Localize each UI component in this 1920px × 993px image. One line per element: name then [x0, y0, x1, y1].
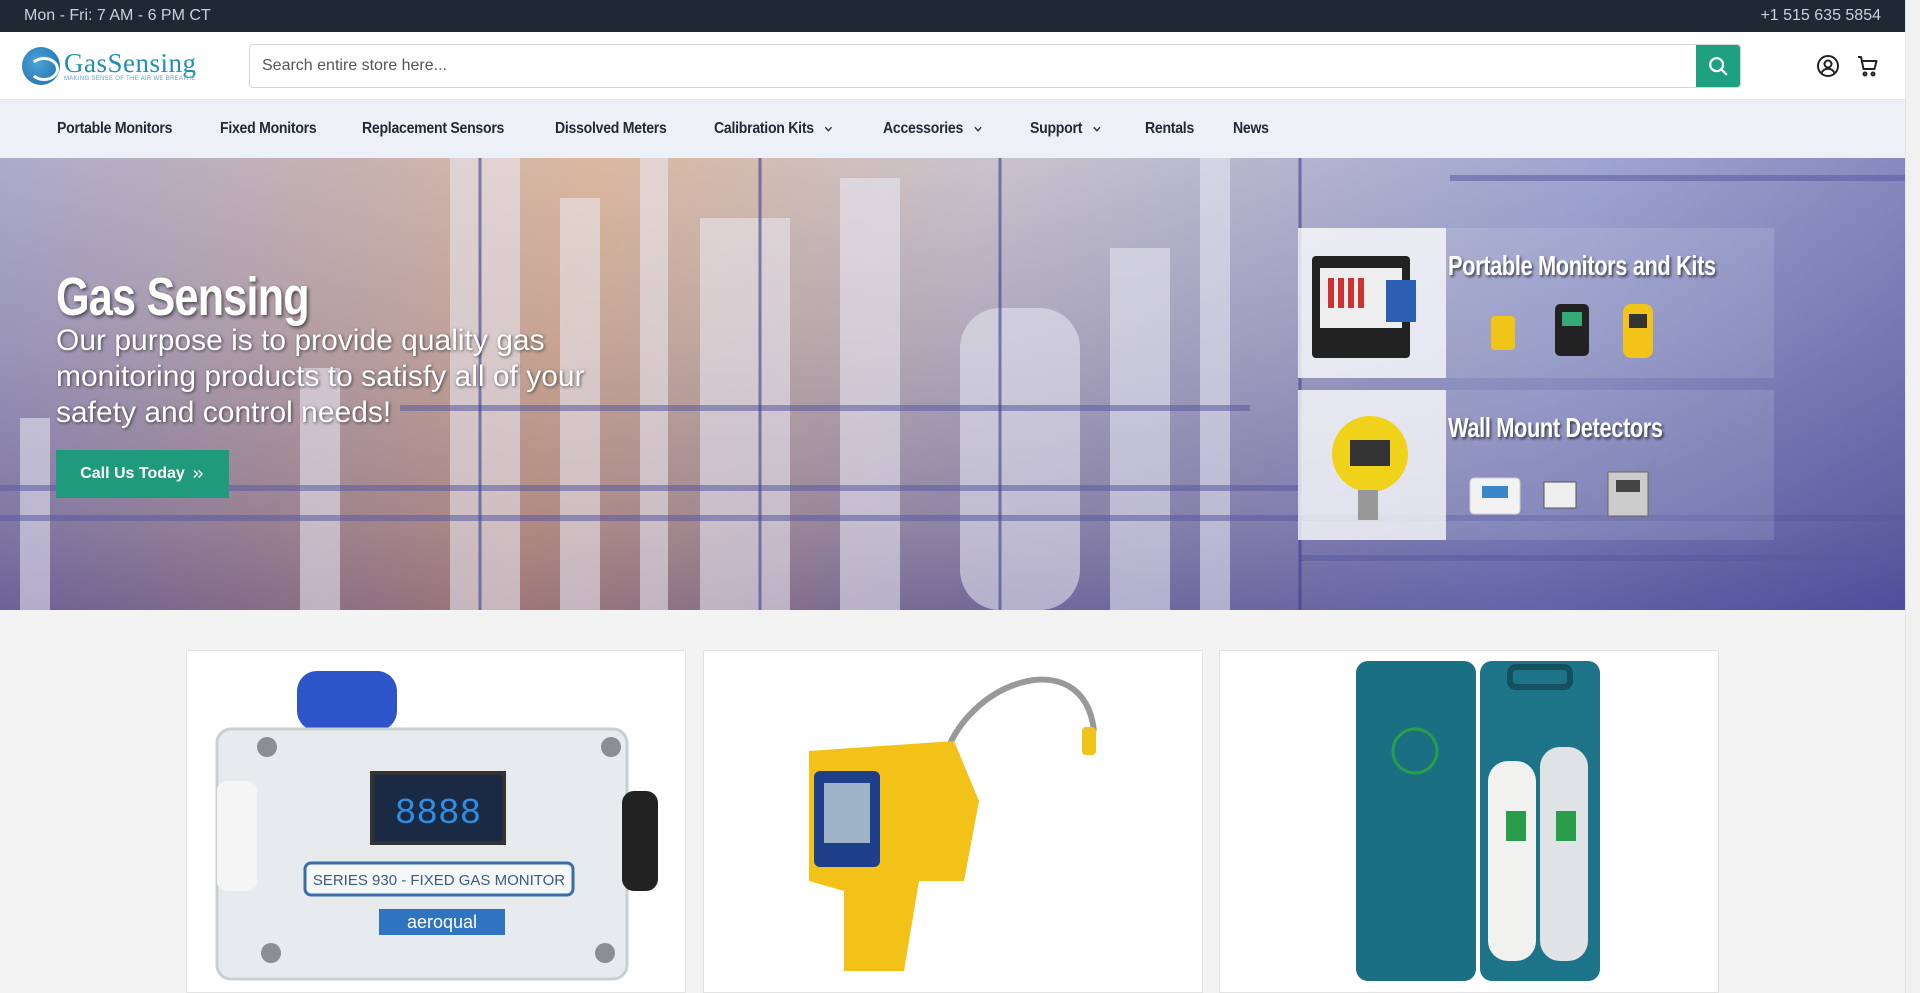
product-card-portable-detector[interactable]: [703, 650, 1203, 993]
account-icon: [1817, 55, 1839, 77]
hero-banner: Gas Sensing Our purpose is to provide qu…: [0, 158, 1905, 610]
product-card-calibration-case[interactable]: [1219, 650, 1719, 993]
cart-button[interactable]: [1854, 52, 1882, 80]
search-input[interactable]: [250, 45, 1696, 87]
wall-detector-images: [1469, 471, 1649, 517]
aeroqual-logo: aeroqual: [407, 912, 477, 932]
promo-title: Wall Mount Detectors: [1448, 412, 1663, 443]
yellow-gas-detector-image: [809, 676, 1097, 971]
account-button[interactable]: [1814, 52, 1842, 80]
site-header: GasSensing MAKING SENSE OF THE AIR WE BR…: [0, 32, 1905, 100]
nav-item-calibration-kits[interactable]: Calibration Kits: [714, 120, 835, 138]
call-us-button[interactable]: Call Us Today: [56, 450, 229, 498]
portable-monitor-images: [1491, 304, 1653, 358]
wall-detector-image: [1298, 390, 1446, 540]
business-hours: Mon - Fri: 7 AM - 6 PM CT: [24, 7, 211, 24]
search-icon: [1709, 57, 1728, 76]
cart-icon: [1858, 56, 1878, 77]
hero-title: Gas Sensing: [56, 267, 310, 327]
nav-item-replacement-sensors[interactable]: Replacement Sensors: [362, 120, 504, 138]
promo-portable-monitors[interactable]: Portable Monitors and Kits: [1298, 228, 1774, 378]
nav-item-fixed-monitors[interactable]: Fixed Monitors: [220, 120, 317, 138]
top-info-bar: Mon - Fri: 7 AM - 6 PM CT +1 515 635 585…: [0, 0, 1905, 32]
chevron-down-icon: [972, 122, 984, 136]
search-bar: [249, 44, 1741, 88]
monitor-panel-label: SERIES 930 - FIXED GAS MONITOR: [313, 872, 565, 889]
logo-wordmark: GasSensing: [64, 48, 197, 78]
logo-tagline: MAKING SENSE OF THE AIR WE BREATHE: [64, 76, 196, 82]
monitor-display-digits: 8888: [395, 793, 481, 834]
hero-subtitle: Our purpose is to provide quality gas mo…: [56, 324, 585, 429]
nav-item-support[interactable]: Support: [1030, 120, 1103, 138]
nav-item-news[interactable]: News: [1233, 120, 1269, 138]
call-us-label: Call Us Today: [80, 465, 185, 482]
nav-item-accessories[interactable]: Accessories: [883, 120, 984, 138]
calibration-case-image: [1356, 661, 1600, 981]
fixed-gas-monitor-image: 8888 SERIES 930 - FIXED GAS MONITOR aero…: [215, 671, 658, 981]
main-nav: Portable Monitors Fixed Monitors Replace…: [0, 100, 1905, 158]
chevron-down-icon: [1091, 122, 1103, 136]
nav-item-dissolved-meters[interactable]: Dissolved Meters: [555, 120, 667, 138]
promo-wall-mount-detectors[interactable]: Wall Mount Detectors: [1298, 390, 1774, 540]
phone-number[interactable]: +1 515 635 5854: [1760, 7, 1881, 25]
search-button[interactable]: [1696, 45, 1740, 87]
nav-item-rentals[interactable]: Rentals: [1145, 120, 1194, 138]
logo-mark-icon: [22, 47, 60, 85]
double-chevron-right-icon: [193, 469, 203, 479]
calibration-kit-image: [1298, 228, 1446, 378]
promo-title: Portable Monitors and Kits: [1448, 250, 1716, 281]
chevron-down-icon: [822, 122, 834, 136]
product-card-fixed-monitor[interactable]: 8888 SERIES 930 - FIXED GAS MONITOR aero…: [186, 650, 686, 993]
site-logo[interactable]: GasSensing MAKING SENSE OF THE AIR WE BR…: [22, 46, 216, 86]
nav-item-portable-monitors[interactable]: Portable Monitors: [57, 120, 172, 138]
page-scrollbar[interactable]: [1905, 0, 1920, 993]
